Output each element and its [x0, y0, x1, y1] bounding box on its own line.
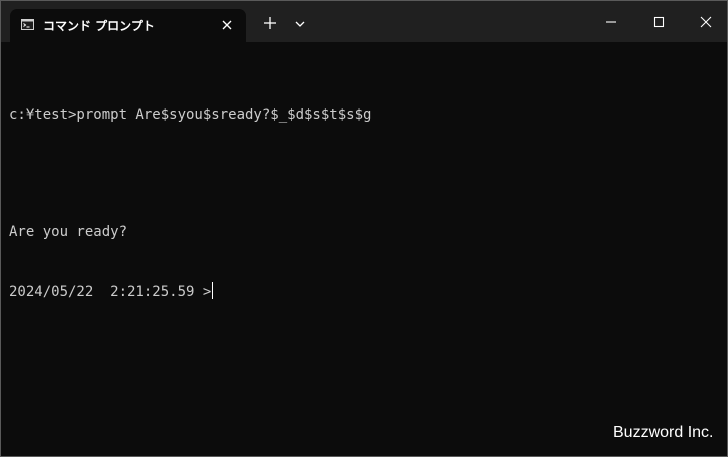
prompt-line: 2024/05/22 2:21:25.59 >: [9, 281, 371, 302]
prompt-text: 2024/05/22 2:21:25.59 >: [9, 283, 212, 300]
text-cursor: [212, 281, 214, 299]
terminal-line: Are you ready?: [9, 224, 128, 240]
tab-command-prompt[interactable]: コマンド プロンプト: [10, 9, 246, 42]
tab-title: コマンド プロンプト: [43, 19, 155, 33]
plus-icon[interactable]: [259, 12, 281, 34]
maximize-icon[interactable]: [644, 7, 674, 37]
watermark: Buzzword Inc.: [613, 424, 714, 441]
close-icon[interactable]: [220, 18, 234, 32]
terminal-line: c:¥test>prompt Are$syou$sready?$_$d$s$t$…: [9, 107, 372, 123]
command-prompt-icon: [21, 19, 34, 30]
title-bar[interactable]: コマンド プロンプト: [1, 1, 727, 42]
terminal-output[interactable]: c:¥test>prompt Are$syou$sready?$_$d$s$t$…: [9, 67, 371, 340]
terminal-window: コマンド プロンプト c:¥test>prompt Are$syou$sread…: [0, 0, 728, 457]
chevron-down-icon[interactable]: [290, 14, 310, 34]
close-icon[interactable]: [691, 7, 721, 37]
minimize-icon[interactable]: [596, 7, 626, 37]
